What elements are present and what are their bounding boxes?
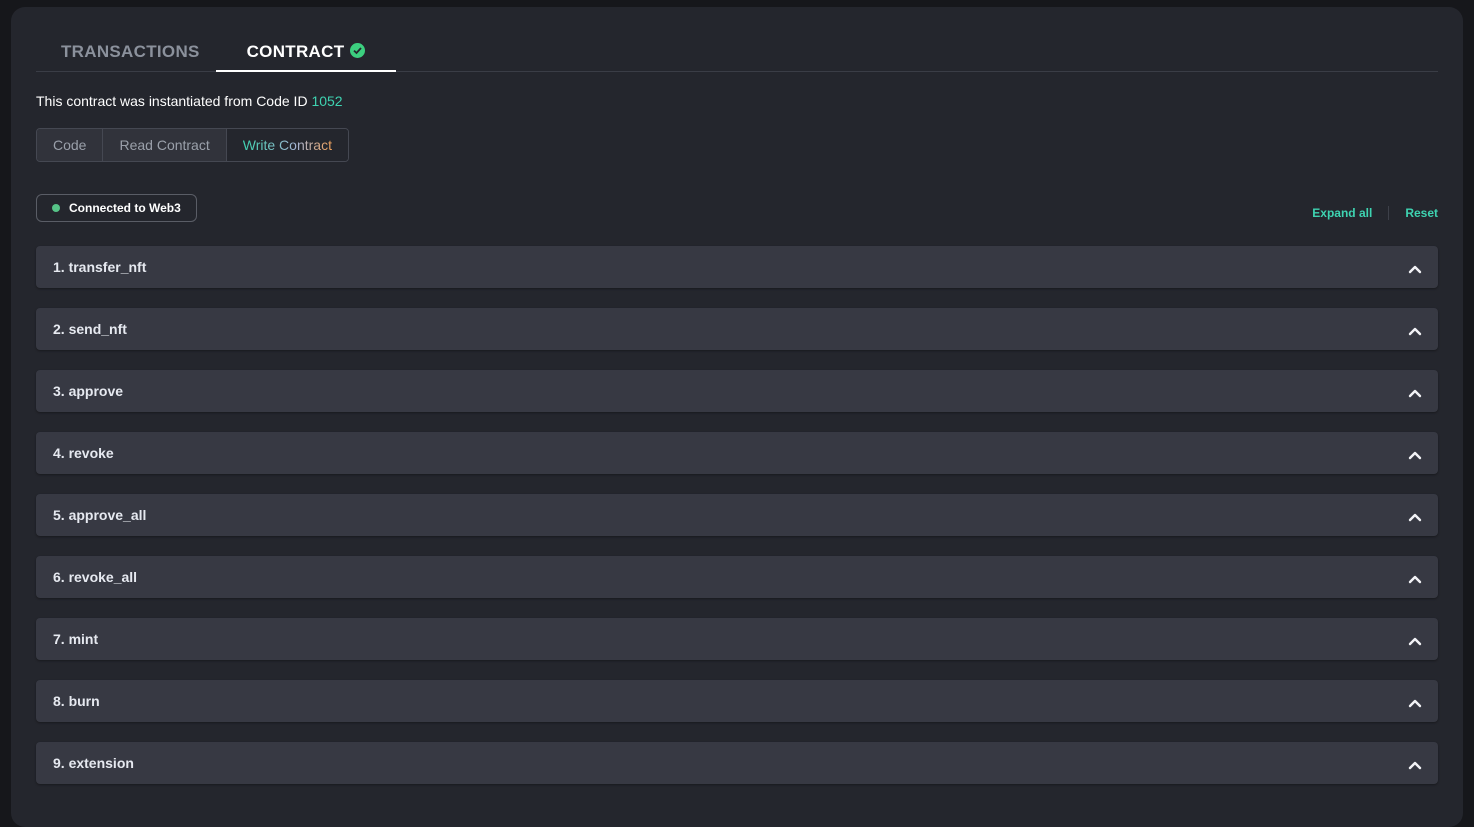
chevron-up-icon[interactable] (1408, 385, 1422, 403)
expand-all-button[interactable]: Expand all (1312, 206, 1372, 220)
tab-contract-label: CONTRACT (246, 42, 345, 61)
tab-transactions[interactable]: TRANSACTIONS (61, 37, 200, 71)
function-accordion-item[interactable]: 7. mint (36, 618, 1438, 660)
function-name: 4. revoke (53, 445, 114, 461)
instantiated-info: This contract was instantiated from Code… (36, 93, 343, 109)
chevron-up-icon[interactable] (1408, 509, 1422, 527)
function-accordion-item[interactable]: 9. extension (36, 742, 1438, 784)
intro-text: This contract was instantiated from Code… (36, 93, 312, 109)
segment-read-contract[interactable]: Read Contract (103, 129, 227, 161)
function-name: 1. transfer_nft (53, 259, 147, 275)
tab-bar: TRANSACTIONS CONTRACT (36, 37, 1438, 72)
function-name: 6. revoke_all (53, 569, 138, 585)
chevron-up-icon[interactable] (1408, 261, 1422, 279)
function-name: 9. extension (53, 755, 134, 771)
function-name: 2. send_nft (53, 321, 127, 337)
function-accordion-item[interactable]: 8. burn (36, 680, 1438, 722)
function-accordion-item[interactable]: 1. transfer_nft (36, 246, 1438, 288)
chevron-up-icon[interactable] (1408, 695, 1422, 713)
function-accordion-item[interactable]: 6. revoke_all (36, 556, 1438, 598)
connected-dot-icon (52, 204, 60, 212)
accordion-actions: Expand all Reset (1312, 206, 1438, 220)
reset-button[interactable]: Reset (1405, 206, 1438, 220)
function-name: 8. burn (53, 693, 100, 709)
function-accordion-item[interactable]: 2. send_nft (36, 308, 1438, 350)
function-name: 3. approve (53, 383, 124, 399)
segment-write-contract-label: Write Contract (242, 137, 332, 153)
chevron-up-icon[interactable] (1408, 447, 1422, 465)
chevron-up-icon[interactable] (1408, 633, 1422, 651)
contract-view-switcher: Code Read Contract Write Contract (36, 128, 349, 162)
function-name: 5. approve_all (53, 507, 147, 523)
function-accordion-item[interactable]: 4. revoke (36, 432, 1438, 474)
segment-write-contract[interactable]: Write Contract (226, 129, 348, 161)
web3-status-label: Connected to Web3 (69, 201, 181, 215)
function-accordion-item[interactable]: 3. approve (36, 370, 1438, 412)
web3-status-button[interactable]: Connected to Web3 (36, 194, 197, 222)
segment-code[interactable]: Code (37, 129, 104, 161)
contract-panel: TRANSACTIONS CONTRACT This contract was … (11, 7, 1463, 827)
chevron-up-icon[interactable] (1408, 571, 1422, 589)
actions-divider (1388, 206, 1390, 220)
verified-check-icon (350, 43, 366, 58)
function-name: 7. mint (53, 631, 99, 647)
chevron-up-icon[interactable] (1408, 323, 1422, 341)
tab-contract[interactable]: CONTRACT (216, 37, 396, 72)
function-accordion-item[interactable]: 5. approve_all (36, 494, 1438, 536)
chevron-up-icon[interactable] (1408, 757, 1422, 775)
code-id-link[interactable]: 1052 (311, 93, 342, 109)
